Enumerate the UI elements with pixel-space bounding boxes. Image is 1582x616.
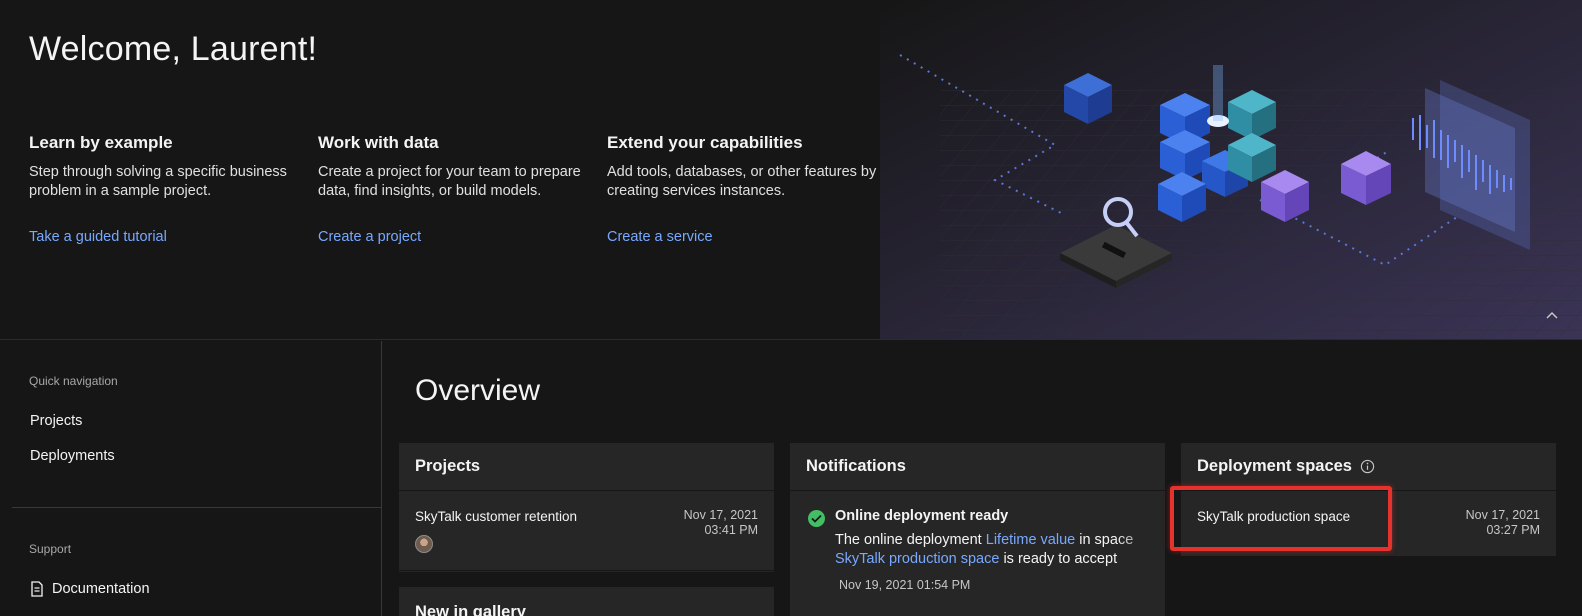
project-name[interactable]: SkyTalk customer retention [415, 509, 577, 524]
documentation-label: Documentation [52, 581, 150, 597]
documentation-link[interactable]: Documentation [30, 581, 150, 597]
section-heading: Learn by example [29, 133, 173, 152]
quick-navigation-heading: Quick navigation [29, 374, 118, 388]
work-with-data-section: Work with data Create a project for your… [318, 133, 588, 245]
projects-card: Projects SkyTalk customer retention Nov … [399, 443, 774, 572]
section-description: Create a project for your team to prepar… [318, 164, 581, 199]
notifications-card-header: Notifications [790, 443, 1165, 491]
welcome-banner: Welcome, Laurent! Learn by example Step … [0, 0, 1582, 340]
notification-timestamp: Nov 19, 2021 01:54 PM [839, 578, 971, 592]
document-icon [31, 581, 43, 597]
text-fade [1115, 529, 1165, 571]
card-title: New in gallery [415, 603, 526, 616]
welcome-title: Welcome, Laurent! [29, 30, 318, 68]
hero-illustration [880, 0, 1582, 339]
gallery-card: New in gallery [399, 587, 774, 616]
projects-card-header: Projects [399, 443, 774, 491]
quick-navigation-sidebar: Quick navigation Projects Deployments Su… [0, 341, 382, 616]
card-title: Deployment spaces [1197, 457, 1352, 475]
extend-capabilities-section: Extend your capabilities Add tools, data… [607, 133, 877, 245]
highlight-box [1170, 486, 1392, 551]
card-title: Notifications [806, 457, 906, 475]
project-modified-date: Nov 17, 2021 03:41 PM [683, 508, 758, 537]
overview-title: Overview [415, 374, 541, 407]
notification-item[interactable]: Online deployment ready The online deplo… [790, 491, 1165, 606]
divider [12, 507, 382, 508]
lifetime-value-link[interactable]: Lifetime value [986, 532, 1075, 548]
project-row[interactable]: SkyTalk customer retention Nov 17, 2021 … [399, 491, 774, 571]
create-project-link[interactable]: Create a project [318, 229, 421, 245]
guided-tutorial-link[interactable]: Take a guided tutorial [29, 229, 167, 245]
section-description: Step through solving a specific business… [29, 164, 287, 199]
notifications-card: Notifications Online deployment ready Th… [790, 443, 1165, 606]
section-heading: Extend your capabilities [607, 133, 803, 152]
skytalk-space-link[interactable]: SkyTalk production space [835, 551, 999, 567]
deployment-space-date: Nov 17, 2021 03:27 PM [1465, 508, 1540, 537]
create-service-link[interactable]: Create a service [607, 229, 713, 245]
chevron-up-icon[interactable] [1542, 304, 1562, 324]
avatar[interactable] [415, 535, 433, 553]
nav-projects-link[interactable]: Projects [30, 413, 82, 429]
support-heading: Support [29, 542, 72, 556]
learn-by-example-section: Learn by example Step through solving a … [29, 133, 299, 245]
info-icon[interactable] [1360, 459, 1375, 474]
notification-title: Online deployment ready [835, 508, 1009, 524]
card-title: Projects [415, 457, 481, 475]
section-description: Add tools, databases, or other features … [607, 164, 877, 199]
deployment-spaces-card-header: Deployment spaces [1181, 443, 1556, 491]
section-heading: Work with data [318, 133, 439, 152]
success-check-icon [808, 510, 825, 527]
card-edge [790, 606, 1165, 616]
nav-deployments-link[interactable]: Deployments [30, 448, 115, 464]
